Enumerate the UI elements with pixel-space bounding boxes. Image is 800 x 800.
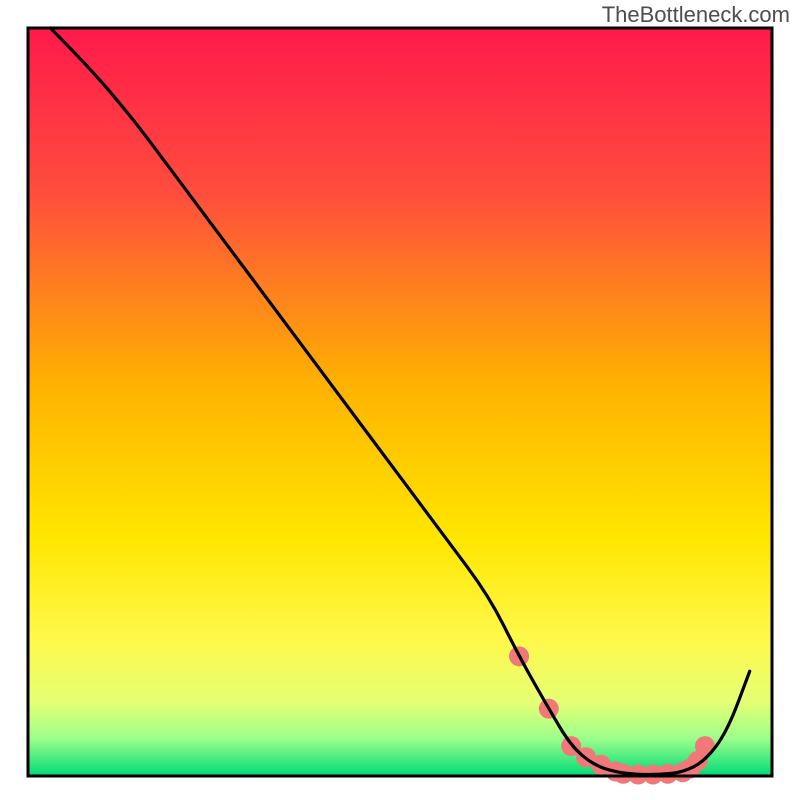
- bottleneck-chart: [0, 0, 800, 800]
- watermark-text: TheBottleneck.com: [602, 2, 790, 28]
- plot-background: [28, 28, 772, 776]
- chart-container: TheBottleneck.com: [0, 0, 800, 800]
